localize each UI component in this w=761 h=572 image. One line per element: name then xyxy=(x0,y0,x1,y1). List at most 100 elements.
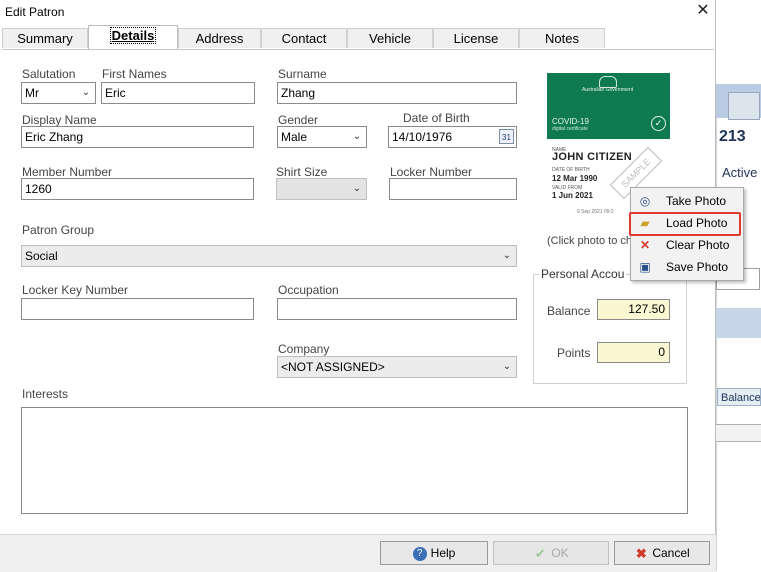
tab-details[interactable]: Details xyxy=(88,25,178,49)
chevron-down-icon: ⌄ xyxy=(352,183,362,194)
tab-contact[interactable]: Contact xyxy=(261,28,347,48)
surname-field[interactable]: Zhang xyxy=(277,82,517,104)
tab-vehicle[interactable]: Vehicle xyxy=(347,28,433,48)
menu-item-clear-photo[interactable]: ✕ Clear Photo xyxy=(632,234,742,256)
locker-number-field[interactable] xyxy=(389,178,517,200)
display-name-label: Display Name xyxy=(22,113,97,127)
shirt-size-select[interactable]: ⌄ xyxy=(276,178,367,200)
tab-address[interactable]: Address xyxy=(178,28,261,48)
edit-patron-dialog: Edit Patron ✕ Summary Details Address Co… xyxy=(0,0,716,572)
dob-label: Date of Birth xyxy=(403,111,470,125)
tab-notes[interactable]: Notes xyxy=(519,28,605,48)
ok-label: OK xyxy=(551,546,569,560)
help-icon: ? xyxy=(412,546,427,561)
gender-label: Gender xyxy=(278,113,319,127)
patron-group-select[interactable]: Social ⌄ xyxy=(21,245,517,267)
shirt-size-label: Shirt Size xyxy=(276,165,328,179)
background-status: Active xyxy=(722,165,758,180)
help-label: Help xyxy=(430,546,456,560)
balance-field: 127.50 xyxy=(597,299,670,320)
tab-label: Address xyxy=(195,31,244,46)
member-number-field[interactable]: 1260 xyxy=(21,178,254,200)
cert-footer: 9 Sep 2021 09:2 xyxy=(577,209,614,215)
salutation-value: Mr xyxy=(25,86,39,100)
cancel-label: Cancel xyxy=(652,546,690,560)
background-user-button[interactable] xyxy=(728,92,760,120)
cancel-x-icon: ✖ xyxy=(635,545,647,561)
occupation-label: Occupation xyxy=(278,283,339,297)
calendar-icon[interactable]: 31 xyxy=(499,129,514,144)
menu-item-label: Clear Photo xyxy=(666,238,730,252)
red-x-icon: ✕ xyxy=(639,238,651,252)
locker-key-label: Locker Key Number xyxy=(22,283,129,297)
background-row xyxy=(716,424,761,442)
points-field: 0 xyxy=(597,342,670,363)
title-bar: Edit Patron ✕ xyxy=(0,0,716,24)
menu-item-save-photo[interactable]: ▣ Save Photo xyxy=(632,256,742,278)
cancel-button[interactable]: ✖ Cancel xyxy=(614,541,710,565)
cert-valid: 1 Jun 2021 xyxy=(552,191,593,200)
personal-account-group xyxy=(533,274,687,384)
tab-label: Details xyxy=(109,27,157,44)
background-member-number: 213 xyxy=(719,128,746,145)
chevron-down-icon: ⌄ xyxy=(81,87,91,98)
tab-label: Contact xyxy=(281,31,327,46)
dob-field[interactable]: 14/10/1976 31 xyxy=(388,126,517,148)
floppy-disk-icon: ▣ xyxy=(639,260,651,274)
balance-label: Balance xyxy=(547,304,591,318)
checkmark-icon: ✔ xyxy=(534,545,546,561)
background-balance-header: Balance xyxy=(717,388,761,406)
tab-label: Vehicle xyxy=(369,31,411,46)
cert-name: JOHN CITIZEN xyxy=(552,151,632,163)
interests-textarea[interactable] xyxy=(21,407,688,514)
gender-select[interactable]: Male ⌄ xyxy=(277,126,367,148)
camera-icon: ◎ xyxy=(639,194,651,208)
locker-key-field[interactable] xyxy=(21,298,254,320)
menu-item-label: Take Photo xyxy=(666,194,727,208)
dob-value: 14/10/1976 xyxy=(392,130,453,144)
tab-bar: Summary Details Address Contact Vehicle … xyxy=(2,25,714,50)
salutation-label: Salutation xyxy=(22,67,76,81)
occupation-field[interactable] xyxy=(277,298,517,320)
first-names-field[interactable]: Eric xyxy=(101,82,255,104)
photo-hint: (Click photo to cha xyxy=(547,235,639,247)
chevron-down-icon: ⌄ xyxy=(502,361,512,372)
patron-group-value: Social xyxy=(25,249,58,263)
tab-label: Summary xyxy=(17,31,73,46)
display-name-field[interactable]: Eric Zhang xyxy=(21,126,254,148)
help-button[interactable]: ? Help xyxy=(380,541,488,565)
menu-item-take-photo[interactable]: ◎ Take Photo xyxy=(632,190,742,212)
ok-button[interactable]: ✔ OK xyxy=(493,541,609,565)
gender-value: Male xyxy=(281,130,308,144)
close-button[interactable]: ✕ xyxy=(694,2,712,20)
highlight-box xyxy=(629,212,741,236)
interests-label: Interests xyxy=(22,387,69,401)
company-label: Company xyxy=(278,342,330,356)
company-value: <NOT ASSIGNED> xyxy=(281,360,385,374)
locker-number-label: Locker Number xyxy=(390,165,473,179)
cert-title: COVID-19 xyxy=(552,117,589,126)
company-select[interactable]: <NOT ASSIGNED> ⌄ xyxy=(277,356,517,378)
dob-caption: DATE OF BIRTH xyxy=(552,167,590,173)
cert-subtitle: digital certificate xyxy=(552,126,588,132)
first-names-label: First Names xyxy=(102,67,167,81)
checkmark-icon: ✓ xyxy=(651,116,666,131)
tab-label: License xyxy=(453,31,499,46)
member-number-label: Member Number xyxy=(22,165,113,179)
window-title: Edit Patron xyxy=(5,5,65,19)
salutation-select[interactable]: Mr ⌄ xyxy=(21,82,96,104)
tab-license[interactable]: License xyxy=(433,28,519,48)
menu-item-label: Save Photo xyxy=(666,260,729,274)
cert-government-text: Australian Government xyxy=(582,87,634,93)
chevron-down-icon: ⌄ xyxy=(352,131,362,142)
covid-certificate-banner: Australian Government COVID-19 digital c… xyxy=(547,73,670,139)
background-band xyxy=(716,308,761,338)
tab-summary[interactable]: Summary xyxy=(2,28,88,48)
cert-dob: 12 Mar 1990 xyxy=(552,174,598,183)
personal-account-title: Personal Accou xyxy=(539,267,627,281)
tab-label: Notes xyxy=(545,31,579,46)
chevron-down-icon: ⌄ xyxy=(502,250,512,261)
patron-group-label: Patron Group xyxy=(22,223,95,237)
surname-label: Surname xyxy=(278,67,327,81)
points-label: Points xyxy=(557,346,591,360)
